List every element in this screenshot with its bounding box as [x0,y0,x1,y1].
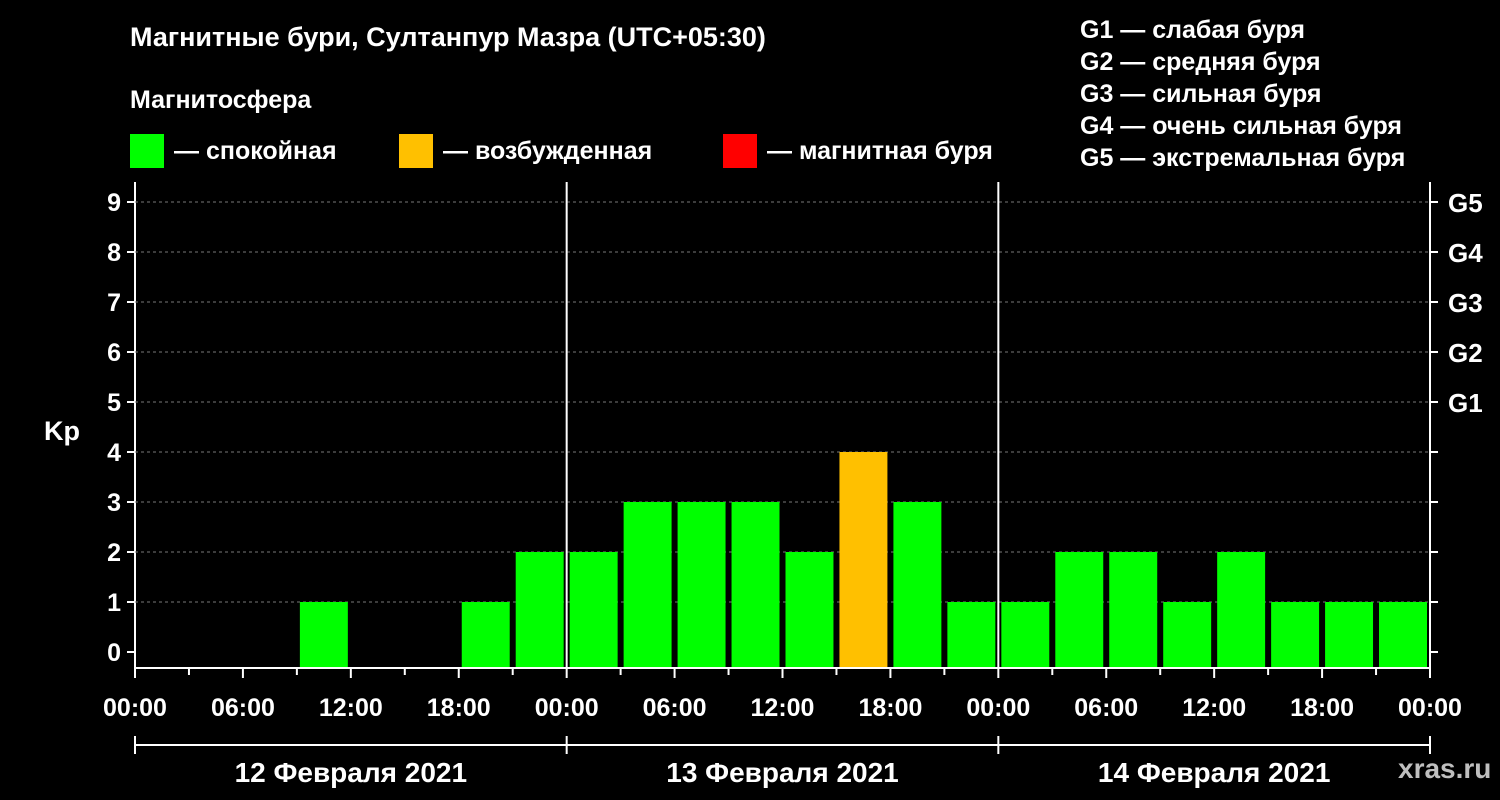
kp-chart: 0 1 2 3 4 5 6 7 8 9 G1 G2 G3 G4 G5 Kp 00:00 06:00 12:00 18:… [44,182,1483,788]
g-tick-label: G4 [1448,238,1483,268]
y-tick-label: 6 [107,339,121,367]
x-tick-label: 12:00 [751,694,815,722]
y-tick-label: 1 [107,589,121,617]
bar [569,552,618,667]
bar [299,602,348,667]
watermark: xras.ru [1398,753,1492,784]
y-tick-label: 4 [107,439,121,467]
x-tick-label: 06:00 [643,694,707,722]
bar [1271,602,1320,667]
y-tick-label: 9 [107,189,121,217]
bar [1217,552,1266,667]
day-label: 12 Февраля 2021 [235,757,467,788]
bar [731,502,780,667]
bar [839,452,888,667]
bar [623,502,672,667]
g-tick-label: G3 [1448,288,1483,318]
x-tick-label: 18:00 [858,694,922,722]
y-tick-label: 2 [107,539,121,567]
x-tick-label: 00:00 [103,694,167,722]
bar [893,502,942,667]
y-tick-label: 7 [107,289,121,317]
x-tick-label: 00:00 [535,694,599,722]
y-tick-label: 0 [107,639,121,667]
bar [1325,602,1374,667]
x-tick-label: 18:00 [1290,694,1354,722]
g-tick-label: G1 [1448,388,1483,418]
x-tick-label: 18:00 [427,694,491,722]
bar [1001,602,1050,667]
g-tick-label: G2 [1448,338,1483,368]
x-tick-label: 06:00 [211,694,275,722]
bar [1055,552,1104,667]
x-tick-label: 12:00 [1182,694,1246,722]
bar [1109,552,1158,667]
bar [1163,602,1212,667]
x-tick-label: 00:00 [966,694,1030,722]
bar [947,602,996,667]
day-label: 14 Февраля 2021 [1098,757,1330,788]
bar [461,602,510,667]
y-tick-label: 8 [107,239,121,267]
bar [785,552,834,667]
x-tick-label: 06:00 [1074,694,1138,722]
bar [677,502,726,667]
y-tick-label: 5 [107,389,121,417]
day-label: 13 Февраля 2021 [666,757,898,788]
y-tick-label: 3 [107,489,121,517]
x-tick-label: 00:00 [1398,694,1462,722]
bar [1379,602,1427,667]
x-tick-label: 12:00 [319,694,383,722]
y-axis-label: Kp [44,416,80,446]
g-tick-label: G5 [1448,188,1483,218]
bar [515,552,564,667]
